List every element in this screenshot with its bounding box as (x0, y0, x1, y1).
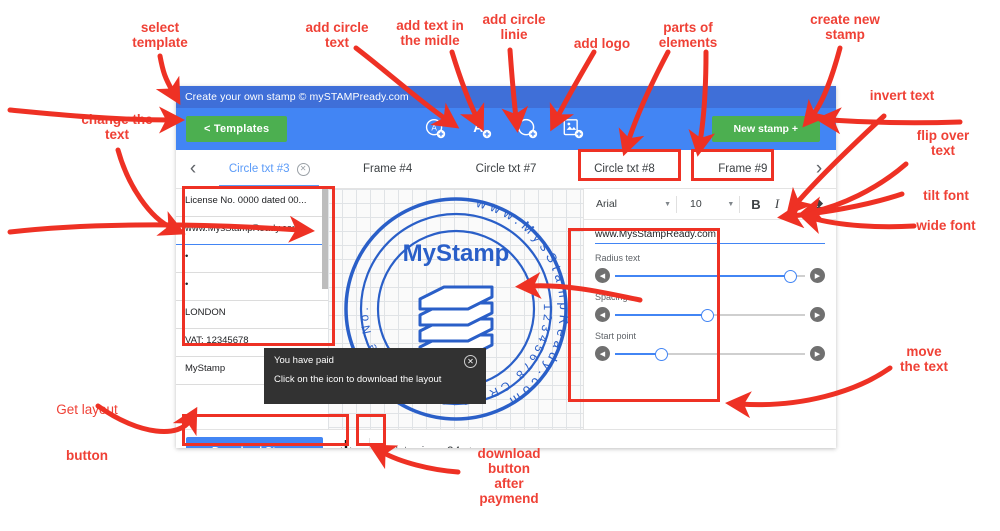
text-field-row[interactable]: • (176, 245, 328, 273)
element-text-input[interactable]: www.MysStampReady.com (595, 229, 825, 244)
annotation-get-layout-line1: Get layout (56, 402, 118, 418)
properties-panel: Arial ▼ 10 ▼ B I ∀ www.MysStampReady.com… (583, 189, 836, 429)
increment-icon[interactable]: ▶ (810, 307, 825, 322)
slider-track[interactable] (615, 309, 805, 322)
invert-text-button[interactable]: ∀ (788, 196, 809, 212)
annotation-get-layout-button: Get layout button (22, 372, 152, 478)
font-toolbar: Arial ▼ 10 ▼ B I ∀ (584, 189, 836, 220)
increment-icon[interactable]: ▶ (810, 346, 825, 361)
annotation-invert-text: invert text (869, 88, 935, 103)
radius-text-label: Radius text (595, 253, 641, 263)
tab-close-icon[interactable]: ✕ (296, 162, 310, 176)
arrow-change-the-text (115, 147, 186, 236)
tab-circle-txt-7[interactable]: Circle txt #7 (447, 150, 565, 188)
text-field-row[interactable]: License No. 0000 dated 00... (176, 189, 328, 217)
font-family-value: Arial (596, 198, 618, 210)
tab-frame-9[interactable]: Frame #9 (684, 150, 802, 188)
spacing-label: Spacing (595, 292, 628, 302)
text-field-row[interactable]: LONDON (176, 301, 328, 329)
tab-circle-txt-3[interactable]: Circle txt #3 ✕ (210, 150, 328, 188)
annotation-move-the-text: move the text (899, 344, 948, 375)
arrow-download-after-payment (368, 444, 461, 475)
toolbar-icon-group: A A (424, 108, 584, 150)
download-arrow-icon[interactable] (335, 439, 357, 448)
window-titlebar: Create your own stamp © mySTAMPready.com (176, 86, 836, 108)
tab-frame-4[interactable]: Frame #4 (328, 150, 446, 188)
tabs-next-arrow-icon[interactable]: › (802, 158, 836, 180)
add-text-icon[interactable]: A (470, 118, 492, 140)
font-family-select[interactable]: Arial ▼ (590, 198, 671, 210)
decrement-icon[interactable]: ◀ (595, 307, 610, 322)
toolbar-divider (676, 195, 678, 213)
add-logo-icon[interactable] (562, 118, 584, 140)
bold-button[interactable]: B (745, 197, 766, 212)
element-tab-strip: ‹ Circle txt #3 ✕ Frame #4 Circle txt #7… (176, 150, 836, 189)
new-stamp-button[interactable]: New stamp + (711, 116, 820, 142)
start-point-label: Start point (595, 331, 637, 341)
payment-toast: You have paid Click on the icon to downl… (264, 348, 486, 404)
tab-label: Circle txt #3 (228, 163, 290, 175)
book-stack-logo (418, 285, 494, 359)
tab-label: Frame #4 (363, 163, 413, 175)
arrow-right-edge-newstamp (815, 107, 963, 135)
annotation-add-circle-text: add circle text (305, 20, 369, 51)
toast-line-2: Click on the icon to download the layout (274, 374, 442, 385)
slider-track[interactable] (615, 270, 805, 283)
download-stamp-button[interactable]: Download Stamp (186, 437, 324, 448)
annotation-create-new-stamp: create new stamp (810, 12, 880, 43)
tab-label: Circle txt #7 (475, 163, 537, 175)
decrement-icon[interactable]: ◀ (595, 346, 610, 361)
toast-close-icon[interactable]: ✕ (464, 355, 477, 368)
svg-text:A: A (431, 123, 437, 132)
app-title: Create your own stamp © mySTAMPready.com (185, 91, 409, 103)
add-circle-text-icon[interactable]: A (424, 118, 446, 140)
font-size-select[interactable]: 10 ▼ (682, 198, 734, 210)
annotation-add-circle-line: add circle linie (482, 12, 546, 43)
stamp-center-text: MyStamp (403, 240, 510, 267)
main-toolbar: < Templates A A New stamp + (176, 108, 836, 150)
add-circle-line-icon[interactable] (516, 118, 538, 140)
tabs-prev-arrow-icon[interactable]: ‹ (176, 158, 210, 180)
properties-body: www.MysStampReady.com Radius text ◀ ▶ Sp… (584, 220, 836, 361)
start-point-slider[interactable]: ◀ ▶ (595, 346, 825, 361)
spacing-slider[interactable]: ◀ ▶ (595, 307, 825, 322)
chevron-down-icon: ▼ (664, 200, 672, 208)
radius-text-slider[interactable]: ◀ ▶ (595, 268, 825, 283)
annotation-download-after-payment: download button after paymend (477, 446, 541, 507)
increment-icon[interactable]: ▶ (810, 268, 825, 283)
annotation-tilt-font: tilt font (923, 188, 969, 203)
annotation-change-the-text: change the text (81, 112, 153, 143)
arrow-select-template (155, 53, 181, 106)
italic-button[interactable]: I (766, 196, 787, 212)
annotation-select-template: select template (132, 20, 188, 51)
tab-label: Frame #9 (718, 163, 768, 175)
fill-color-button[interactable] (809, 196, 830, 213)
annotation-flip-over-text: flip over text (916, 128, 970, 159)
annotation-parts-of-elements: parts of elements (658, 20, 718, 51)
decrement-icon[interactable]: ◀ (595, 268, 610, 283)
element-text-value: www.MysStampReady.com (595, 229, 716, 240)
plate-size-label: Plate size: (388, 445, 439, 448)
chevron-down-icon: ▼ (727, 200, 735, 208)
toolbar-divider (739, 195, 741, 213)
annotation-get-layout-line2: button (66, 447, 108, 463)
text-field-row[interactable]: • (176, 273, 328, 301)
slider-track[interactable] (615, 348, 805, 361)
font-size-value: 10 (690, 198, 702, 210)
templates-button[interactable]: < Templates (186, 116, 288, 142)
text-field-row[interactable]: www.MysStampReady.com (176, 217, 328, 245)
tab-label: Circle txt #8 (594, 163, 655, 175)
svg-text:A: A (473, 120, 483, 135)
tab-circle-txt-8[interactable]: Circle txt #8 (565, 150, 683, 188)
toast-line-1: You have paid (274, 355, 334, 366)
annotation-wide-font: wide font (916, 218, 976, 233)
